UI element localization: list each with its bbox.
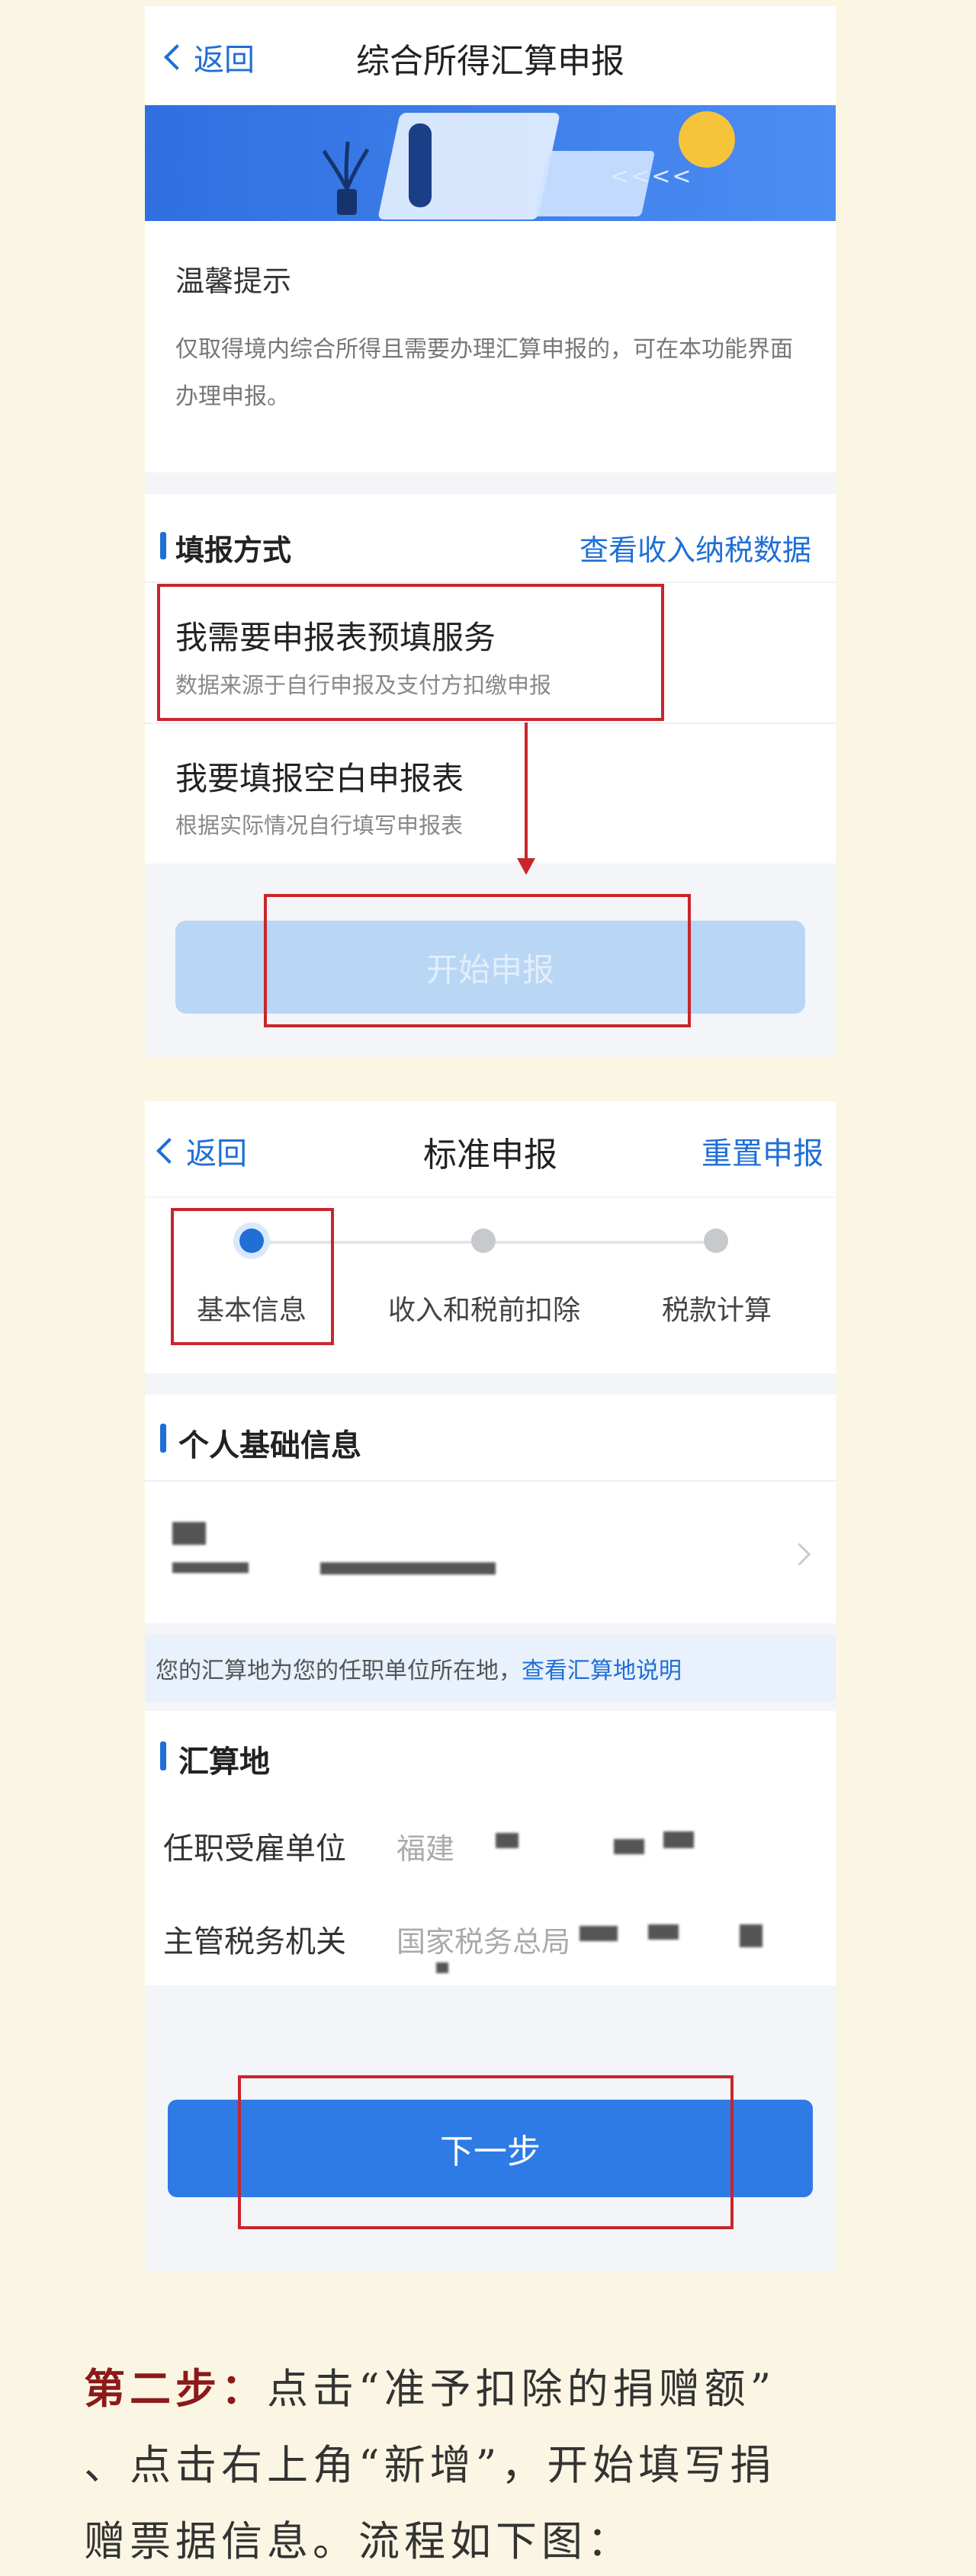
location-notice-text: 您的汇算地为您的任职单位所在地，查看汇算地说明 [156, 1652, 682, 1685]
redacted-id [172, 1562, 249, 1573]
nav-bar: 返回 综合所得汇算申报 [145, 6, 836, 105]
redacted-name [172, 1522, 206, 1545]
step-label-income-deduction: 收入和税前扣除 [387, 1295, 580, 1326]
highlight-box-prefill [157, 584, 664, 721]
step-dot [471, 1229, 496, 1253]
notice-text: 您的汇算地为您的任职单位所在地， [156, 1658, 522, 1684]
option-blank-subtitle: 根据实际情况自行填写申报表 [175, 812, 464, 838]
reset-filing-button[interactable]: 重置申报 [702, 1129, 824, 1173]
step-two-label: 第二步： [84, 2364, 267, 2413]
tips-title: 温馨提示 [175, 264, 292, 298]
redacted-text [580, 1926, 618, 1941]
personal-info-title: 个人基础信息 [178, 1428, 361, 1463]
employer-value[interactable]: 福建 [396, 1825, 454, 1867]
instruction-line-2: 、点击右上角“新增”，开始填写捐 [84, 2441, 776, 2489]
instruction-line-1: 第二步：点击“准予扣除的捐赠额” [84, 2355, 907, 2415]
instruction-text-1: 点击“准予扣除的捐赠额” [267, 2365, 776, 2413]
divider [145, 1480, 836, 1482]
view-income-tax-data-link[interactable]: 查看收入纳税数据 [580, 527, 811, 569]
screenshot-standard-filing: 返回 标准申报 重置申报 基本信息 收入和税前扣除 税款计算 个人基础信息 您的… [145, 1101, 836, 2271]
nav-bar: 返回 标准申报 重置申报 [145, 1101, 836, 1197]
person-illustration [409, 123, 432, 207]
settlement-location-title: 汇算地 [178, 1745, 270, 1780]
page-title: 综合所得汇算申报 [356, 42, 624, 81]
option-blank-title: 我要填报空白申报表 [175, 760, 464, 797]
arrow-head-icon [517, 858, 535, 875]
divider [145, 722, 836, 724]
redacted-text [614, 1839, 644, 1854]
fill-method-title: 填报方式 [175, 533, 292, 567]
tips-text: 仅取得境内综合所得且需要办理汇算申报的，可在本功能界面办理申报。 [175, 336, 793, 410]
section-marker [160, 1424, 166, 1453]
screen-illustration [377, 113, 560, 219]
redacted-id [320, 1562, 496, 1575]
section-marker [160, 1741, 166, 1770]
step-label-tax-calculation: 税款计算 [661, 1295, 772, 1326]
redacted-text [496, 1833, 518, 1848]
arrow-line [525, 722, 528, 860]
highlight-box-next-button [238, 2075, 734, 2229]
personal-info-section: 个人基础信息 [145, 1395, 836, 1623]
coin-icon [679, 111, 735, 168]
plant-icon [322, 141, 370, 215]
settlement-location-section: 汇算地 任职受雇单位 福建 主管税务机关 国家税务总局 [145, 1711, 836, 1985]
step-dot [704, 1229, 728, 1253]
redacted-text [740, 1924, 762, 1947]
redacted-text [663, 1831, 694, 1848]
arrows-decoration: <<<< [610, 163, 693, 190]
section-marker [160, 532, 166, 559]
tax-authority-value[interactable]: 国家税务总局 [396, 1918, 570, 1960]
view-location-explanation-link[interactable]: 查看汇算地说明 [522, 1658, 682, 1684]
highlight-box-start-button [264, 894, 691, 1027]
employer-label: 任职受雇单位 [163, 1831, 346, 1866]
tax-authority-label: 主管税务机关 [163, 1924, 346, 1959]
chevron-right-icon [788, 1543, 811, 1566]
highlight-box-basic-info [171, 1208, 334, 1345]
divider [145, 582, 836, 583]
hero-banner: <<<< [145, 105, 836, 221]
instruction-line-3: 赠票据信息。流程如下图： [84, 2517, 633, 2565]
redacted-text [648, 1924, 679, 1940]
redacted-text [436, 1962, 448, 1973]
screenshot-annual-tax-filing: 返回 综合所得汇算申报 <<<< 温馨提示 仅取得境内综合所得且需要办理汇算申报… [145, 6, 836, 1058]
personal-info-row[interactable] [145, 1482, 836, 1623]
